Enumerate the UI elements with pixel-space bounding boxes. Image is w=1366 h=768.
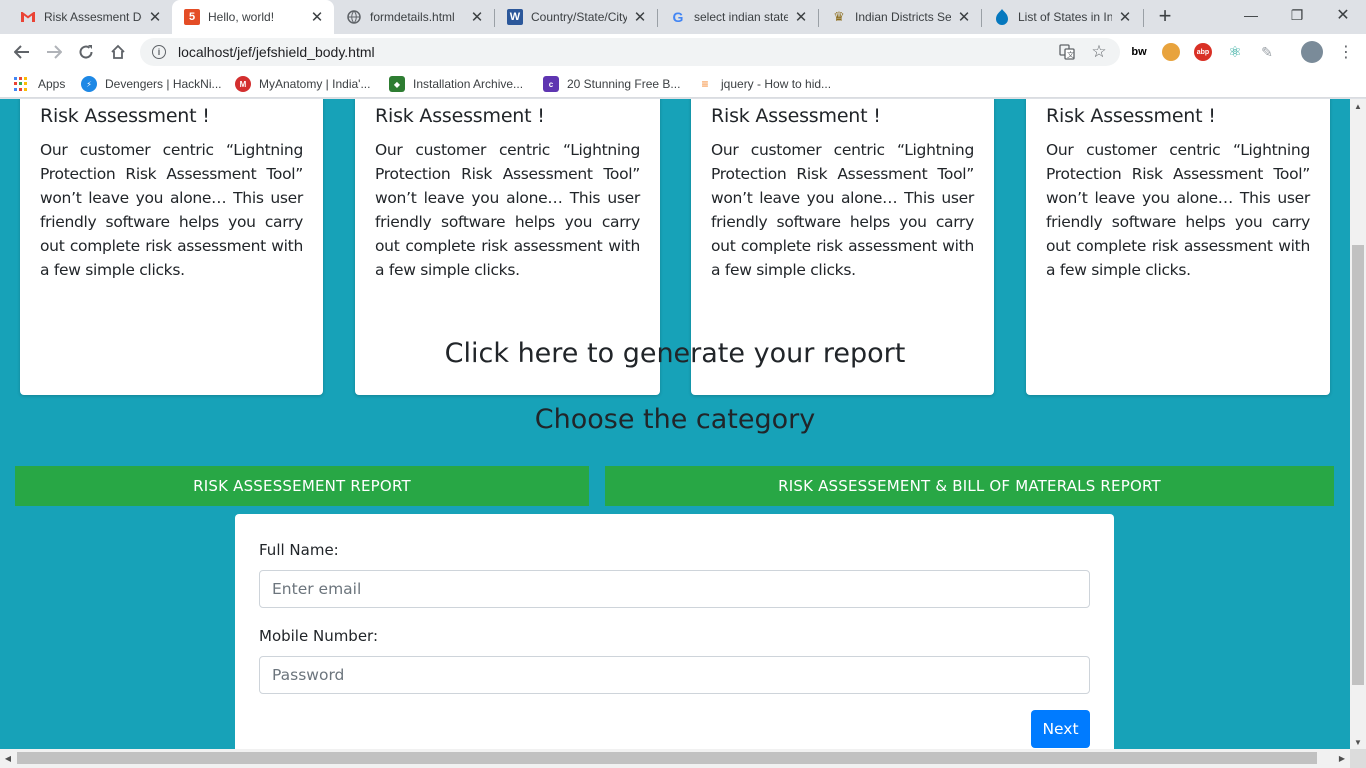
scroll-down-icon[interactable]: ▼ xyxy=(1350,735,1366,749)
scrollbar-corner xyxy=(1350,749,1366,768)
menu-icon[interactable]: ⋮ xyxy=(1334,40,1358,64)
mobile-number-input[interactable] xyxy=(259,656,1090,694)
minimize-button[interactable]: — xyxy=(1228,0,1274,30)
address-bar[interactable]: i localhost/jef/jefshield_body.html 文 ☆ xyxy=(140,38,1120,66)
colorlib-icon: c xyxy=(543,76,559,92)
translate-icon[interactable]: 文 xyxy=(1058,43,1076,61)
close-icon[interactable]: ✕ xyxy=(633,8,647,26)
bookmark-star-icon[interactable]: ☆ xyxy=(1090,42,1108,61)
drupal-icon xyxy=(994,9,1010,25)
close-icon[interactable]: ✕ xyxy=(310,8,324,26)
choose-category-heading: Choose the category xyxy=(534,404,816,435)
window-close-button[interactable]: ✕ xyxy=(1320,0,1366,30)
page-viewport: Risk Assessment ! Our customer centric “… xyxy=(0,99,1350,749)
scrollbar-thumb[interactable] xyxy=(17,752,1317,764)
home-icon[interactable] xyxy=(106,40,130,64)
adblock-icon[interactable]: abp xyxy=(1194,43,1212,61)
extension-icon[interactable] xyxy=(1162,43,1180,61)
bookmark-installation[interactable]: ◆ Installation Archive... xyxy=(389,75,523,93)
bookmark-apps[interactable]: Apps xyxy=(14,75,65,93)
avatar[interactable] xyxy=(1301,41,1323,63)
browser-toolbar: i localhost/jef/jefshield_body.html 文 ☆ … xyxy=(0,34,1366,70)
tab-title: Hello, world! xyxy=(208,10,275,24)
card-title: Risk Assessment ! xyxy=(711,105,881,127)
bookmark-jquery[interactable]: ≡ jquery - How to hid... xyxy=(697,75,831,93)
card-body: Our customer centric “Lightning Protecti… xyxy=(1046,141,1310,279)
card-title: Risk Assessment ! xyxy=(40,105,210,127)
close-icon[interactable]: ✕ xyxy=(1118,8,1132,26)
stackoverflow-icon: ≡ xyxy=(701,77,709,91)
tab-title: Indian Districts Sel xyxy=(855,10,951,24)
mobile-number-label: Mobile Number: xyxy=(259,627,379,645)
apps-grid-icon xyxy=(14,77,28,91)
forward-icon[interactable] xyxy=(42,40,66,64)
gmail-icon xyxy=(20,9,36,25)
restore-button[interactable]: ❐ xyxy=(1274,0,1320,30)
tab-country-state-city[interactable]: W Country/State/City ✕ xyxy=(495,0,657,34)
card-body: Our customer centric “Lightning Protecti… xyxy=(40,141,303,279)
horizontal-scrollbar[interactable]: ◀ ▶ xyxy=(0,749,1350,768)
globe-icon xyxy=(346,9,362,25)
generate-report-link[interactable]: Click here to generate your report xyxy=(0,334,1350,374)
bookmark-label: Installation Archive... xyxy=(413,77,524,91)
tab-indian-districts[interactable]: ♛ Indian Districts Sel ✕ xyxy=(819,0,981,34)
tab-list-of-states[interactable]: List of States in Inc ✕ xyxy=(982,0,1142,34)
reload-icon[interactable] xyxy=(74,40,98,64)
react-devtools-icon[interactable]: ⚛ xyxy=(1226,43,1244,61)
tab-formdetails[interactable]: formdetails.html ✕ xyxy=(334,0,494,34)
tab-risk-assesment[interactable]: Risk Assesment De ✕ xyxy=(8,0,172,34)
tab-separator xyxy=(1143,9,1144,27)
full-name-label: Full Name: xyxy=(259,541,339,559)
html5-icon: 5 xyxy=(184,9,200,25)
tab-title: Country/State/City xyxy=(531,10,627,24)
tab-title: Risk Assesment De xyxy=(44,10,142,24)
card-body: Our customer centric “Lightning Protecti… xyxy=(375,141,640,279)
close-icon[interactable]: ✕ xyxy=(794,8,808,26)
new-tab-button[interactable]: + xyxy=(1154,5,1176,27)
scroll-right-icon[interactable]: ▶ xyxy=(1334,749,1350,768)
back-icon[interactable] xyxy=(10,40,34,64)
bookmarks-bar: Apps ⚡ Devengers | HackNi... M MyAnatomy… xyxy=(0,70,1366,98)
tab-title: formdetails.html xyxy=(370,10,455,24)
info-icon[interactable]: i xyxy=(152,45,166,59)
installation-icon: ◆ xyxy=(389,76,405,92)
myanatomy-icon: M xyxy=(235,76,251,92)
risk-assessment-bom-report-button[interactable]: RISK ASSESSEMENT & BILL OF MATERALS REPO… xyxy=(605,466,1334,506)
google-icon: G xyxy=(672,9,684,25)
bookmark-label: 20 Stunning Free B... xyxy=(567,77,681,91)
tab-select-indian-state[interactable]: G select indian state ✕ xyxy=(658,0,818,34)
tab-hello-world[interactable]: 5 Hello, world! ✕ xyxy=(172,0,334,34)
next-button[interactable]: Next xyxy=(1031,710,1090,748)
svg-text:文: 文 xyxy=(1067,50,1074,59)
tab-title: select indian state xyxy=(694,10,788,24)
close-icon[interactable]: ✕ xyxy=(957,8,971,26)
scroll-left-icon[interactable]: ◀ xyxy=(0,749,16,768)
card-title: Risk Assessment ! xyxy=(1046,105,1216,127)
card-body: Our customer centric “Lightning Protecti… xyxy=(711,141,974,279)
bookmark-label: jquery - How to hid... xyxy=(721,77,832,91)
scroll-up-icon[interactable]: ▲ xyxy=(1350,99,1366,113)
emblem-icon: ♛ xyxy=(833,9,845,24)
full-name-input[interactable] xyxy=(259,570,1090,608)
bookmark-myanatomy[interactable]: M MyAnatomy | India'... xyxy=(235,75,370,93)
close-icon[interactable]: ✕ xyxy=(470,8,484,26)
bw-extension-icon[interactable]: bw xyxy=(1130,43,1148,61)
report-form: Full Name: Mobile Number: Next xyxy=(235,514,1114,749)
tab-strip: Risk Assesment De ✕ 5 Hello, world! ✕ fo… xyxy=(0,0,1366,34)
vertical-scrollbar[interactable]: ▲ ▼ xyxy=(1350,99,1366,749)
devengers-icon: ⚡ xyxy=(81,76,97,92)
risk-assessment-report-button[interactable]: RISK ASSESSEMENT REPORT xyxy=(15,466,589,506)
scrollbar-thumb[interactable] xyxy=(1352,245,1364,685)
bookmark-label: MyAnatomy | India'... xyxy=(259,77,371,91)
word-icon: W xyxy=(507,9,523,25)
bookmark-colorlib[interactable]: c 20 Stunning Free B... xyxy=(543,75,680,93)
eyedropper-icon[interactable]: ✎ xyxy=(1258,43,1276,61)
url-text: localhost/jef/jefshield_body.html xyxy=(178,44,375,60)
close-icon[interactable]: ✕ xyxy=(148,8,162,26)
card-title: Risk Assessment ! xyxy=(375,105,545,127)
bookmark-label: Apps xyxy=(38,77,66,91)
bookmark-devengers[interactable]: ⚡ Devengers | HackNi... xyxy=(81,75,222,93)
tab-title: List of States in Inc xyxy=(1018,10,1112,24)
bookmark-label: Devengers | HackNi... xyxy=(105,77,222,91)
